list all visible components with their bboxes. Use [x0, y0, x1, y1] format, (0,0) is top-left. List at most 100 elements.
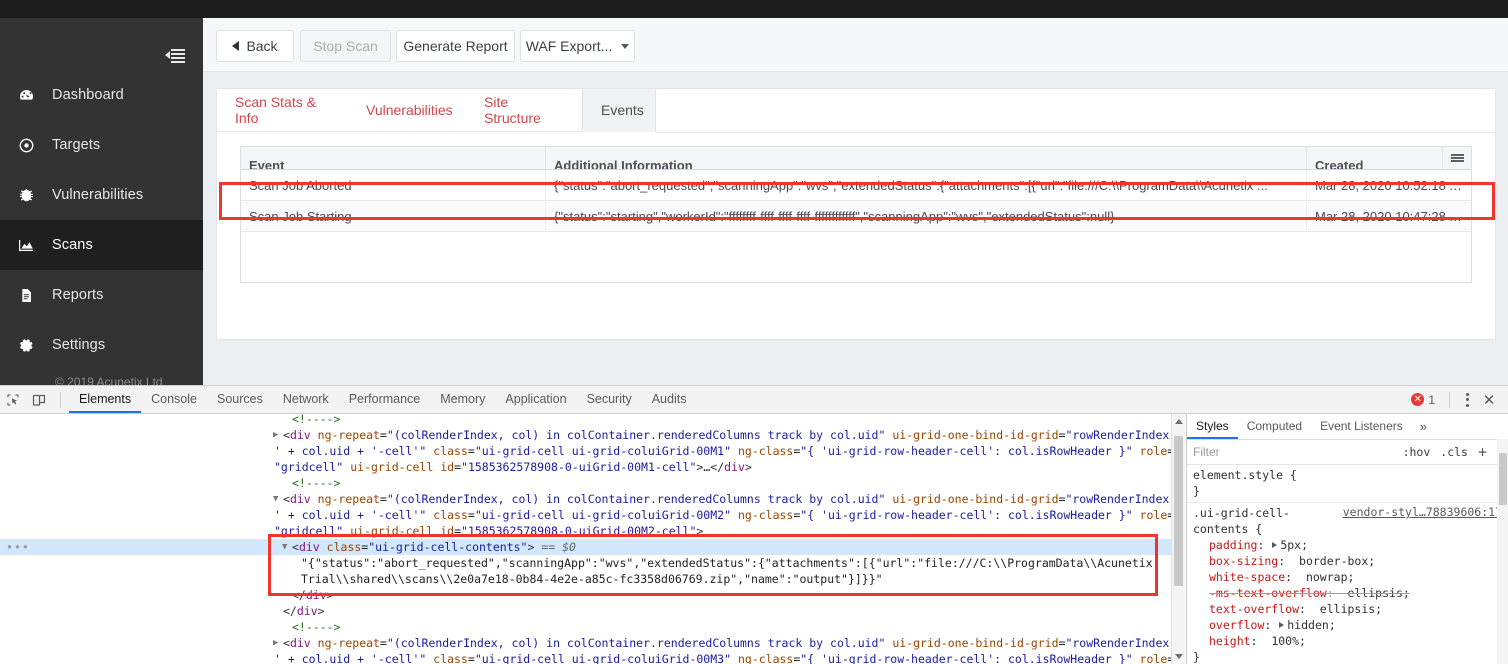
hov-toggle[interactable]: :hov — [1403, 445, 1431, 459]
generate-report-button[interactable]: Generate Report — [396, 30, 515, 62]
more-options-icon[interactable] — [1458, 390, 1476, 410]
table-row[interactable]: Scan Job Aborted {"status":"abort_reques… — [241, 170, 1471, 201]
dom-tree-line[interactable]: <!----> — [0, 414, 1185, 427]
dom-tree-line[interactable]: "{"status":"abort_requested","scanningAp… — [0, 555, 1185, 571]
dom-tree-line[interactable]: <!----> — [0, 475, 1185, 491]
style-declaration[interactable]: text-overflow: ellipsis; — [1187, 601, 1508, 617]
table-row[interactable]: Scan Job Starting {"status":"starting","… — [241, 201, 1471, 232]
style-declaration[interactable]: overflow: hidden; — [1187, 617, 1508, 633]
tab-bar-filler — [656, 89, 1495, 133]
devtools-panel: Elements Console Sources Network Perform… — [0, 385, 1508, 664]
rule-selector[interactable]: element.style { — [1187, 467, 1508, 483]
grid-menu-icon[interactable] — [1442, 147, 1471, 169]
dom-tree-line[interactable]: ••• ▼ <div class="ui-grid-cell-contents"> … — [0, 539, 1185, 555]
devtools-toolbar-right: ✕ 1 ✕ — [1411, 386, 1508, 413]
rule-close: } — [1193, 484, 1200, 498]
tab-site-structure[interactable]: Site Structure — [466, 89, 582, 132]
sidebar-item-reports[interactable]: Reports — [0, 270, 203, 320]
tab-elements[interactable]: Elements — [69, 386, 142, 413]
rule-source-link[interactable]: vendor-styl…78839606:17 — [1343, 505, 1502, 519]
dom-tree-line[interactable]: ' + col.uid + '-cell'" class="ui-grid-ce… — [0, 507, 1185, 523]
style-declaration[interactable]: white-space: nowrap; — [1187, 569, 1508, 585]
cell-created: Mar 28, 2020 10:52:18 AM — [1315, 177, 1465, 193]
more-tabs-icon[interactable]: » — [1412, 419, 1435, 434]
waf-export-dropdown[interactable]: WAF Export... — [520, 30, 635, 62]
tab-sources[interactable]: Sources — [207, 386, 273, 413]
styles-scrollbar[interactable] — [1497, 439, 1508, 664]
tab-styles[interactable]: Styles — [1187, 414, 1238, 439]
sidebar-item-targets[interactable]: Targets — [0, 120, 203, 170]
style-declaration[interactable]: -ms-text-overflow: ellipsis; — [1187, 585, 1508, 601]
dom-tree-line[interactable]: ' + col.uid + '-cell'" class="ui-grid-ce… — [0, 651, 1185, 664]
scroll-down-icon[interactable] — [1175, 654, 1183, 659]
bug-icon — [0, 187, 52, 204]
dom-tree-line[interactable]: ' + col.uid + '-cell'" class="ui-grid-ce… — [0, 443, 1185, 459]
tab-application[interactable]: Application — [495, 386, 576, 413]
tab-performance[interactable]: Performance — [339, 386, 431, 413]
style-rule: element.style { } — [1187, 465, 1508, 503]
tab-scan-stats-info[interactable]: Scan Stats & Info — [217, 89, 348, 132]
new-style-rule-icon[interactable]: + — [1478, 444, 1487, 460]
style-declaration[interactable]: box-sizing: border-box; — [1187, 553, 1508, 569]
dom-tree-line[interactable]: ▼ <div ng-repeat="(colRenderIndex, col) i… — [0, 491, 1185, 507]
sidebar-item-settings[interactable]: Settings — [0, 320, 203, 370]
grid-header-event[interactable]: Event — [241, 147, 546, 169]
tab-memory[interactable]: Memory — [430, 386, 495, 413]
tab-vulnerabilities[interactable]: Vulnerabilities — [348, 89, 466, 132]
styles-tab-bar: Styles Computed Event Listeners » — [1187, 414, 1508, 440]
dom-tree-line[interactable]: Trial\\shared\\scans\\2e0a7e18-0b84-4e2e… — [0, 571, 1185, 587]
expand-shorthand-icon[interactable] — [1279, 622, 1285, 628]
styles-pane: Styles Computed Event Listeners » :hov .… — [1186, 414, 1508, 664]
dom-tree-line[interactable]: ▶ <div ng-repeat="(colRenderIndex, col) i… — [0, 427, 1185, 443]
tab-events[interactable]: Events — [582, 89, 656, 132]
grid-header-additional-information[interactable]: Additional Information — [546, 147, 1307, 169]
dom-tree[interactable]: <!----> ▶ <div ng-repeat="(colRenderIndex,… — [0, 414, 1185, 664]
dom-tree-line[interactable]: ▶ <div ng-repeat="(colRenderIndex, col) i… — [0, 635, 1185, 651]
sidebar-item-label: Targets — [52, 137, 101, 153]
tab-security[interactable]: Security — [577, 386, 642, 413]
dom-scrollbar[interactable] — [1171, 414, 1185, 664]
tab-network[interactable]: Network — [273, 386, 339, 413]
inspect-element-icon[interactable] — [0, 386, 26, 413]
generate-report-label: Generate Report — [403, 38, 508, 54]
rule-selector-cont[interactable]: contents { — [1187, 521, 1508, 537]
styles-rules: element.style { } vendor-styl…78839606:1… — [1187, 465, 1508, 664]
close-icon[interactable]: ✕ — [1476, 386, 1502, 413]
scroll-up-icon[interactable] — [1175, 419, 1183, 424]
tab-computed[interactable]: Computed — [1238, 414, 1311, 439]
toggle-device-toolbar-icon[interactable] — [26, 386, 52, 413]
dom-tree-line[interactable]: </div> — [0, 603, 1185, 619]
sidebar-item-scans[interactable]: Scans — [0, 220, 203, 270]
expand-triangle-icon[interactable]: ▶ — [273, 427, 278, 443]
chart-icon — [0, 237, 52, 254]
cls-toggle[interactable]: .cls — [1440, 445, 1468, 459]
expand-triangle-icon[interactable]: ▶ — [273, 635, 278, 651]
scrollbar-thumb[interactable] — [1174, 436, 1183, 586]
dom-tree-line[interactable]: "gridcell" ui-grid-cell id="158536257890… — [0, 459, 1185, 475]
back-button[interactable]: Back — [216, 30, 294, 62]
tab-audits[interactable]: Audits — [642, 386, 697, 413]
scrollbar-thumb[interactable] — [1499, 453, 1507, 505]
styles-filter-input[interactable] — [1187, 442, 1349, 462]
grid-header-created[interactable]: Created — [1307, 147, 1445, 169]
style-declaration[interactable]: padding: 5px; — [1187, 537, 1508, 553]
dom-tree-line[interactable]: <!----> — [0, 619, 1185, 635]
tab-event-listeners[interactable]: Event Listeners — [1311, 414, 1412, 439]
collapse-menu-icon[interactable] — [165, 48, 185, 64]
dom-tree-line[interactable]: "gridcell" ui-grid-cell id="158536257890… — [0, 523, 1185, 539]
chevron-down-icon — [621, 43, 630, 49]
collapse-triangle-icon[interactable]: ▼ — [273, 491, 278, 507]
stop-scan-button[interactable]: Stop Scan — [300, 30, 391, 62]
style-declaration[interactable]: height: 100%; — [1187, 633, 1508, 649]
tab-console[interactable]: Console — [141, 386, 207, 413]
collapse-triangle-icon[interactable]: ▼ — [282, 539, 287, 555]
tab-bar: Scan Stats & Info Vulnerabilities Site S… — [217, 89, 1495, 133]
error-badge[interactable]: ✕ 1 — [1411, 393, 1435, 407]
sidebar-item-vulnerabilities[interactable]: Vulnerabilities — [0, 170, 203, 220]
cell-additional-information: {"status":"starting","workerId":"fffffff… — [546, 201, 1307, 231]
error-badge-icon: ✕ — [1411, 393, 1425, 406]
expand-shorthand-icon[interactable] — [1272, 542, 1278, 548]
tab-label: Events — [601, 102, 644, 118]
dom-tree-line[interactable]: </div> — [0, 587, 1185, 603]
sidebar-item-dashboard[interactable]: Dashboard — [0, 70, 203, 120]
